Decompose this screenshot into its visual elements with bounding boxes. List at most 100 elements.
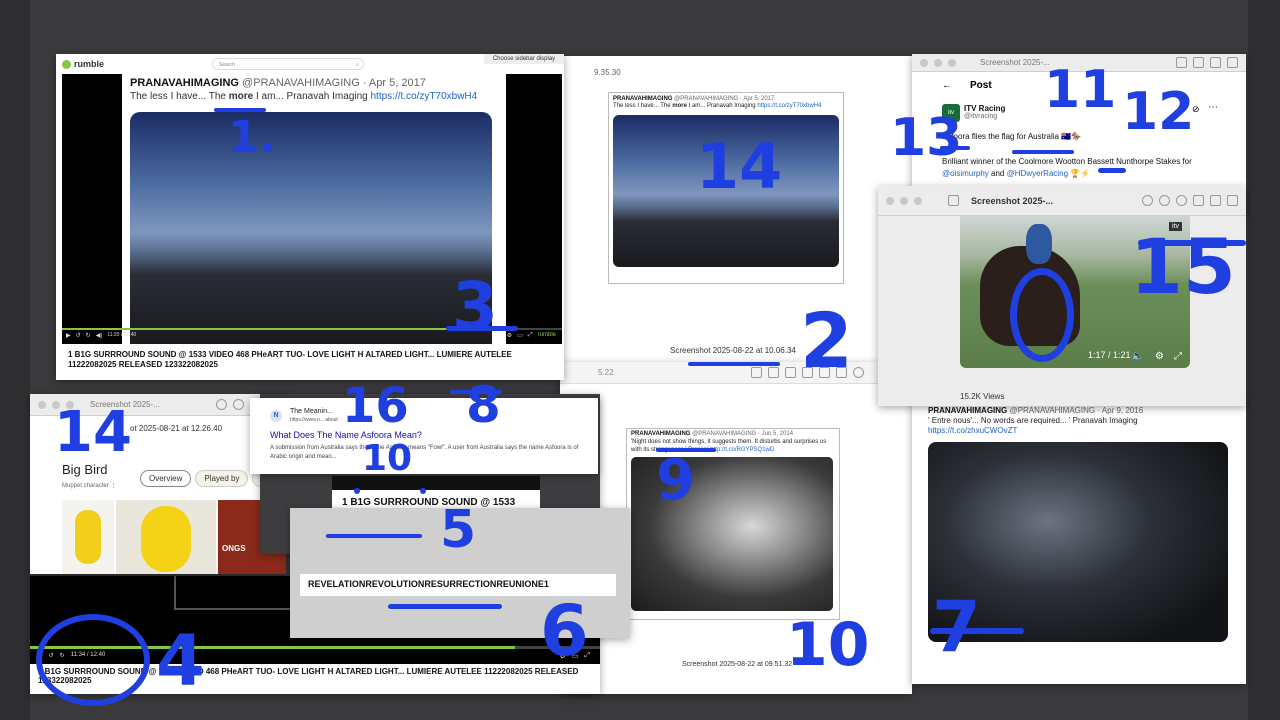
bigbird-image-2[interactable] — [116, 500, 216, 574]
close-dot[interactable] — [920, 58, 928, 67]
annotation-12: 12 — [1122, 82, 1195, 142]
info-icon[interactable] — [1142, 195, 1153, 206]
tweet-link[interactable]: https://t.co/zhxuCWOvZT — [912, 426, 1246, 435]
emoji-text: 🏆⚡ — [1068, 169, 1091, 178]
sidebar-icon[interactable] — [948, 195, 959, 206]
min-dot[interactable] — [934, 58, 942, 67]
forward-icon[interactable]: ↻ — [86, 332, 91, 339]
annotation-underline — [326, 534, 422, 538]
annotation-underline — [930, 628, 1024, 634]
annotation-underline — [450, 390, 502, 394]
bigbird-image-1[interactable] — [62, 500, 114, 574]
fullscreen-icon[interactable]: ⤢ — [1174, 351, 1182, 362]
annotation-underline — [940, 146, 970, 150]
min-dot[interactable] — [900, 196, 908, 205]
annotation-6: 6 — [540, 590, 589, 672]
share-icon[interactable] — [1193, 195, 1204, 206]
tweet-text-rest: I am... Pranavah Imaging — [686, 103, 758, 109]
window-toolbar: Screenshot 2025-... — [878, 186, 1246, 216]
annotation-3: 3 — [452, 268, 498, 345]
max-dot[interactable] — [948, 58, 956, 67]
annotation-underline — [1098, 168, 1126, 173]
tweet-text-bold: more — [672, 103, 687, 109]
tweet-name: PRANAVAHIMAGING — [928, 406, 1008, 415]
close-dot[interactable] — [38, 400, 46, 409]
zoom-out-icon[interactable] — [1159, 195, 1170, 206]
close-dot[interactable] — [886, 196, 894, 205]
rumble-logo-icon[interactable] — [62, 59, 71, 69]
tweet-link[interactable]: https://t.co/zyT70xbwH4 — [371, 91, 478, 102]
info-icon[interactable] — [751, 367, 762, 378]
search-icon[interactable]: ⌕ — [356, 59, 359, 71]
sidebar-display-button[interactable]: Choose sidebar display — [484, 54, 564, 64]
annotation-underline — [688, 362, 780, 366]
search-placeholder: Search — [219, 62, 235, 68]
tweet-meta: @PRANAVAHIMAGING · Apr 5, 2017 — [674, 96, 775, 102]
window-title: Screenshot 2025-... — [980, 58, 1050, 67]
tweet-text: ' Entre nous'... No words are required..… — [928, 416, 1138, 425]
volume-icon[interactable]: ◀) — [96, 332, 103, 339]
info-icon[interactable] — [1176, 57, 1187, 68]
mention-link-1[interactable]: @oisimurphy — [942, 169, 989, 178]
annotation-underline — [1138, 240, 1246, 246]
video-caption: 1 B1G SURRROUND SOUND @ 1533 VIDEO 468 P… — [68, 350, 512, 369]
jockey-silhouette — [1026, 224, 1052, 264]
more-icon[interactable]: ⋯ — [1208, 102, 1218, 113]
annotation-5: 5 — [440, 500, 477, 560]
post-header: Post — [970, 80, 992, 91]
beach-photo — [130, 112, 492, 344]
player-time: 11:20 / 12:40 — [107, 332, 137, 338]
zoom-out-icon[interactable] — [768, 367, 779, 378]
play-icon[interactable]: ▶ — [66, 332, 71, 339]
rumble-logo[interactable]: rumble — [74, 59, 104, 69]
tweet-text-rest: I am... Pranavah Imaging — [253, 91, 371, 102]
annotation-underline — [656, 448, 716, 452]
annotation-11: 11 — [1044, 60, 1117, 120]
annotation-4: 4 — [156, 620, 205, 702]
back-arrow-icon[interactable]: ← — [942, 80, 952, 91]
markup-icon[interactable] — [1210, 195, 1221, 206]
preview-window-14[interactable]: 9.35.30 PRANAVAHIMAGING @PRANAVAHIMAGING… — [560, 56, 912, 370]
tweet-link[interactable]: http://t.co/RGYPSQ1wD — [710, 447, 774, 453]
screenshot-label: Screenshot 2025-08-22 at 10.06.34 — [670, 346, 796, 355]
annotation-underline — [446, 326, 518, 331]
window-icon[interactable] — [1227, 195, 1238, 206]
settings-icon[interactable]: ⚙ — [1155, 351, 1164, 362]
mention-link-2[interactable]: @HDwyerRacing — [1007, 169, 1068, 178]
annotation-9: 9 — [656, 448, 695, 513]
zoom-in-icon[interactable] — [1176, 195, 1187, 206]
annotation-16: 16 — [342, 378, 409, 434]
tweet-name: PRANAVAHIMAGING — [130, 77, 239, 89]
tab-played-by[interactable]: Played by — [195, 470, 249, 487]
fullscreen-icon[interactable]: ⤢ — [528, 332, 533, 339]
top-fragment: 9.35.30 — [594, 68, 621, 77]
and-text: and — [988, 169, 1007, 178]
info-icon[interactable] — [216, 399, 227, 410]
share-icon[interactable] — [1227, 57, 1238, 68]
tweet-meta: @PRANAVAHIMAGING · Apr 5, 2017 — [242, 77, 426, 89]
max-dot[interactable] — [914, 196, 922, 205]
annotation-dot — [420, 488, 426, 494]
annotation-10-small: 10 — [362, 438, 413, 479]
zoom-in-icon[interactable] — [785, 367, 796, 378]
tweet-link[interactable]: https://t.co/zyT70xbwH4 — [757, 103, 821, 109]
tweet-embed: PRANAVAHIMAGING @PRANAVAHIMAGING · Apr 5… — [122, 74, 506, 344]
account-name[interactable]: ITV Racing — [964, 104, 1005, 113]
theater-icon[interactable]: ▭ — [517, 332, 523, 339]
entity-desc: Muppet character — [62, 483, 109, 489]
zoom-out-icon[interactable] — [1193, 57, 1204, 68]
search-input[interactable]: Search ⌕ — [212, 58, 365, 71]
google-result-window[interactable]: N The Meanin... https://www.n... about W… — [250, 398, 598, 474]
tab-overview[interactable]: Overview — [140, 470, 192, 487]
rewind-icon[interactable]: ↺ — [76, 332, 81, 339]
zoom-in-icon[interactable] — [1210, 57, 1221, 68]
search-icon[interactable] — [853, 367, 864, 378]
caption-box: 1 B1G SURRROUND SOUND @ 1533 VIDEO 468 P… — [62, 344, 562, 380]
zoom-out-icon[interactable] — [233, 399, 244, 410]
volume-icon[interactable]: 🔈 — [1132, 351, 1144, 362]
annotation-10: 10 — [786, 610, 870, 680]
annotation-underline — [214, 108, 266, 112]
tweet-text: The less I have... The — [130, 91, 229, 102]
result-desc: A submission from Australia says the nam… — [270, 445, 579, 460]
settings-icon[interactable]: ⚙ — [507, 332, 512, 339]
